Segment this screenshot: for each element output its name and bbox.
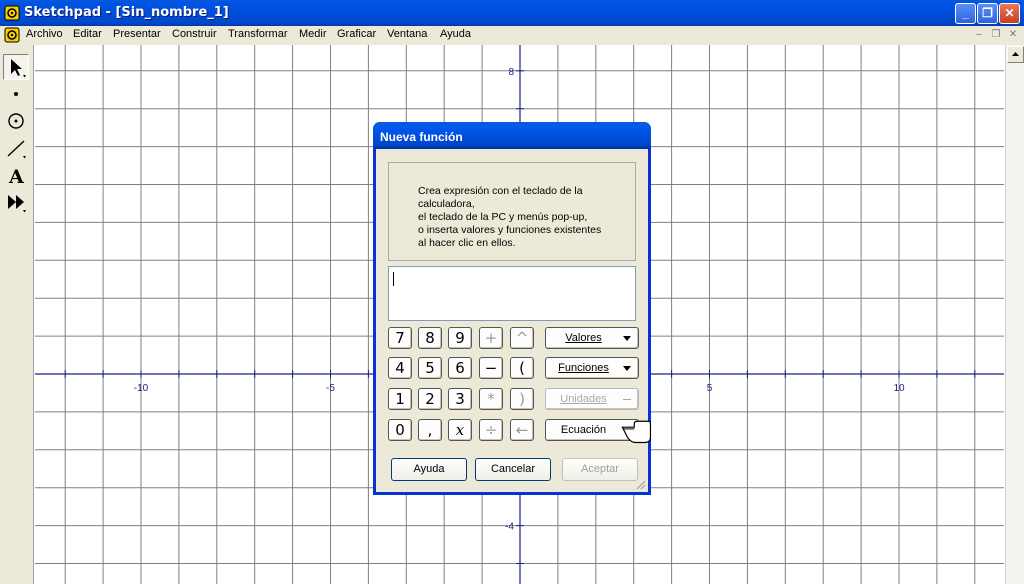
straightedge-icon — [7, 140, 26, 159]
accept-button[interactable]: Aceptar — [562, 458, 638, 481]
menu-transformar[interactable]: Transformar — [228, 28, 288, 40]
scroll-up-icon — [1012, 52, 1019, 56]
tool-text[interactable]: A — [3, 162, 29, 188]
key-7[interactable]: 7 — [388, 327, 412, 349]
arrow-select-icon — [11, 59, 26, 78]
window-title: Sketchpad - [Sin_nombre_1] — [24, 5, 229, 20]
tool-straightedge[interactable] — [3, 135, 29, 161]
menu-bar: Archivo Editar Presentar Construir Trans… — [0, 26, 1024, 45]
text-tool-icon: A — [8, 166, 24, 188]
tool-custom[interactable] — [3, 189, 29, 215]
sketchpad-app-icon — [4, 5, 20, 21]
disabled-dash-icon — [623, 399, 631, 400]
units-label: Unidades — [560, 393, 607, 405]
key-backspace[interactable]: ← — [510, 419, 534, 441]
x-tick-label: -10 — [134, 383, 149, 394]
tool-arrow[interactable] — [3, 54, 29, 80]
key-power[interactable]: ^ — [510, 327, 534, 349]
key-1[interactable]: 1 — [388, 388, 412, 410]
title-bar[interactable]: Sketchpad - [Sin_nombre_1] _ ❐ ✕ — [0, 0, 1024, 26]
key-plus[interactable]: + — [479, 327, 503, 349]
doc-restore-button[interactable]: ❐ — [989, 29, 1003, 41]
values-menu-button[interactable]: Valores — [545, 327, 639, 349]
key-9[interactable]: 9 — [448, 327, 472, 349]
menu-archivo[interactable]: Archivo — [26, 28, 63, 40]
dropdown-arrow-icon — [623, 366, 631, 371]
compass-icon — [8, 113, 24, 129]
x-tick-label: 5 — [707, 383, 713, 394]
info-panel: Crea expresión con el teclado de la calc… — [388, 162, 636, 261]
y-tick-label: 8 — [508, 67, 514, 78]
hand-cursor-icon — [621, 420, 652, 444]
key-2[interactable]: 2 — [418, 388, 442, 410]
key-comma[interactable]: , — [418, 419, 442, 441]
expression-input[interactable] — [388, 266, 636, 321]
doc-minimize-button[interactable]: – — [972, 29, 986, 41]
key-0[interactable]: 0 — [388, 419, 412, 441]
units-menu-button[interactable]: Unidades — [545, 388, 639, 410]
custom-tool-icon — [8, 195, 26, 213]
text-caret — [393, 272, 394, 286]
menu-medir[interactable]: Medir — [299, 28, 327, 40]
document-icon[interactable] — [4, 27, 20, 43]
menu-construir[interactable]: Construir — [172, 28, 217, 40]
dialog-title: Nueva función — [380, 130, 463, 144]
info-text: Crea expresión con el teclado de la calc… — [418, 185, 602, 249]
menu-editar[interactable]: Editar — [73, 28, 102, 40]
menu-ventana[interactable]: Ventana — [387, 28, 427, 40]
key-8[interactable]: 8 — [418, 327, 442, 349]
new-function-dialog: Nueva función Crea expresión con el tecl… — [373, 122, 651, 495]
key-3[interactable]: 3 — [448, 388, 472, 410]
y-tick-label: -4 — [505, 522, 514, 533]
minimize-button[interactable]: _ — [955, 3, 976, 24]
dropdown-arrow-icon — [623, 336, 631, 341]
close-button[interactable]: ✕ — [999, 3, 1020, 24]
resize-grip-icon[interactable] — [634, 478, 646, 490]
restore-button[interactable]: ❐ — [977, 3, 998, 24]
key-close-paren[interactable]: ) — [510, 388, 534, 410]
tool-point[interactable] — [3, 81, 29, 107]
menu-graficar[interactable]: Graficar — [337, 28, 376, 40]
key-multiply[interactable]: * — [479, 388, 503, 410]
toolbox: A — [0, 45, 34, 584]
values-label: Valores — [565, 332, 602, 344]
functions-label: Funciones — [558, 362, 609, 374]
dialog-body: Crea expresión con el teclado de la calc… — [376, 149, 648, 492]
menu-ayuda[interactable]: Ayuda — [440, 28, 471, 40]
key-6[interactable]: 6 — [448, 357, 472, 379]
equation-label: Ecuación — [560, 424, 607, 436]
x-tick-label: 10 — [893, 383, 905, 394]
help-button[interactable]: Ayuda — [391, 458, 467, 481]
key-x[interactable]: x — [448, 419, 472, 441]
key-4[interactable]: 4 — [388, 357, 412, 379]
point-icon — [14, 92, 18, 96]
cancel-button[interactable]: Cancelar — [475, 458, 551, 481]
menu-presentar[interactable]: Presentar — [113, 28, 161, 40]
dialog-title-bar[interactable]: Nueva función — [373, 122, 651, 149]
x-tick-label: -5 — [326, 383, 335, 394]
key-5[interactable]: 5 — [418, 357, 442, 379]
doc-close-button[interactable]: ✕ — [1006, 29, 1020, 41]
vertical-scrollbar[interactable] — [1005, 45, 1024, 584]
key-minus[interactable]: − — [479, 357, 503, 379]
functions-menu-button[interactable]: Funciones — [545, 357, 639, 379]
tool-compass[interactable] — [3, 108, 29, 134]
key-divide[interactable]: ÷ — [479, 419, 503, 441]
scroll-up-button[interactable] — [1007, 46, 1024, 63]
svg-text:A: A — [8, 166, 24, 188]
key-open-paren[interactable]: ( — [510, 357, 534, 379]
